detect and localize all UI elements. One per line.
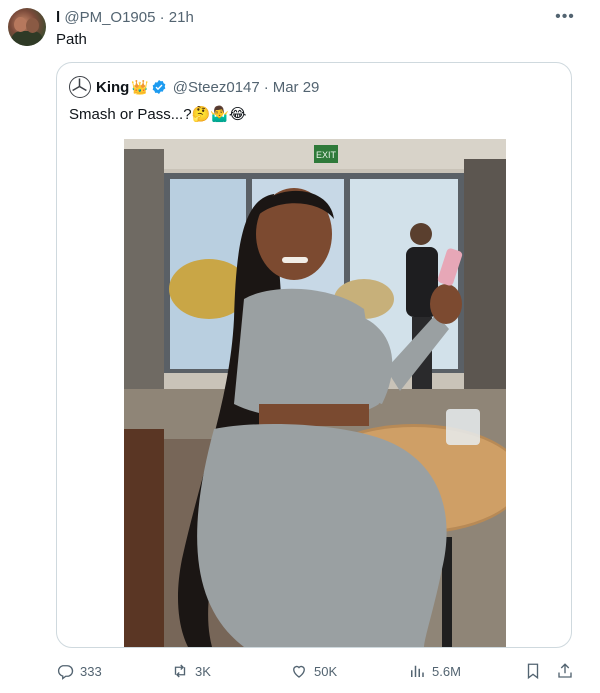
quoted-avatar[interactable] [69,76,91,98]
quoted-handle[interactable]: @Steez0147 [173,79,260,96]
bookmark-button[interactable] [524,662,548,680]
repost-icon [174,664,186,678]
reply-button[interactable]: 333 [56,662,102,680]
repost-count: 3K [195,663,211,679]
quoted-photo[interactable]: EXIT [124,139,506,647]
exit-sign: EXIT [316,150,337,160]
quoted-tweet[interactable]: King 👑 @Steez0147 · Mar 29 Smash or Pass… [56,62,572,648]
tweet-header: l @PM_O1905 · 21h [56,8,194,28]
separator-dot: · [159,9,165,26]
crown-emoji: 👑 [131,78,149,95]
tweet-time[interactable]: 21h [169,9,194,26]
quoted-header: King 👑 @Steez0147 · Mar 29 [69,76,320,98]
like-icon [293,665,305,678]
views-icon [411,665,424,677]
action-bar: 333 3K 50K 5.6M [0,660,600,684]
quoted-author-name[interactable]: King [96,79,129,96]
author-avatar[interactable] [8,8,46,46]
quoted-time[interactable]: Mar 29 [273,79,320,96]
reply-icon [57,665,74,680]
bookmark-icon [527,663,539,680]
tweet-text: Path [56,31,87,48]
verified-badge-icon [152,80,166,94]
more-icon[interactable]: ••• [555,8,575,28]
repost-button[interactable]: 3K [171,662,211,680]
like-button[interactable]: 50K [290,662,337,680]
author-handle[interactable]: @PM_O1905 [64,9,155,26]
photo-scene: EXIT [124,139,506,647]
separator-dot: · [263,78,269,96]
author-name[interactable]: l [56,9,60,26]
tweet[interactable]: l @PM_O1905 · 21h ••• Path King 👑 @Steez… [0,0,600,693]
quoted-text: Smash or Pass...?🤔🤷‍♂️😂 [69,106,247,123]
share-icon [558,663,572,678]
views-count: 5.6M [432,663,461,679]
share-button[interactable] [556,662,580,680]
like-count: 50K [314,663,338,679]
views-button[interactable]: 5.6M [408,662,461,680]
reply-count: 333 [80,663,102,679]
